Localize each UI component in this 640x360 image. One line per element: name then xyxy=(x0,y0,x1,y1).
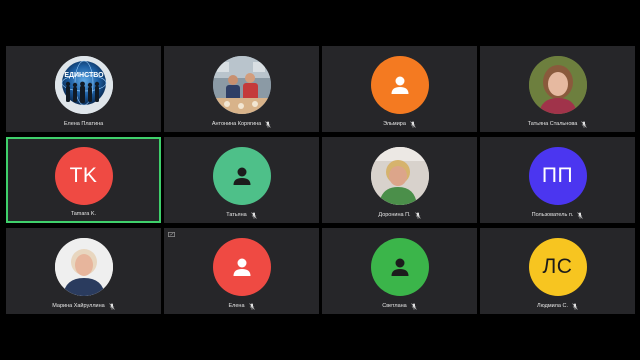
participant-initials: ЛС xyxy=(542,255,573,278)
logo-edinstvo-image: ЕДИНСТВО xyxy=(54,56,113,114)
participant-name: Доронина П. xyxy=(378,212,411,218)
mic-muted-icon xyxy=(577,211,583,219)
mic-muted-icon xyxy=(411,302,417,310)
svg-text:ЕДИНСТВО: ЕДИНСТВО xyxy=(64,72,104,79)
person-icon xyxy=(233,258,250,276)
participant-initials: ПП xyxy=(541,164,574,187)
participant-initials: TK xyxy=(69,164,98,187)
participant-name: Елена Платина xyxy=(63,121,104,127)
participants-grid: ЕДИНСТВО Елена Платина Антонина Корягина… xyxy=(6,46,635,314)
mic-muted-icon xyxy=(251,211,257,219)
participant-avatar-photo xyxy=(54,238,113,296)
mic-muted-icon xyxy=(248,302,255,310)
participant-name: Татьяна Стальнова xyxy=(527,121,578,127)
participant-name: Антонина Корягина xyxy=(211,121,262,127)
participant-avatar-photo xyxy=(370,147,429,205)
participant-tile[interactable]: Елена xyxy=(164,228,319,314)
participant-avatar xyxy=(212,238,271,296)
person-icon xyxy=(391,76,408,94)
person-icon xyxy=(391,258,408,276)
person-icon xyxy=(233,167,250,185)
participant-avatar: ПП xyxy=(528,147,587,205)
woman-portrait-image xyxy=(54,238,113,296)
participant-avatar xyxy=(212,147,271,205)
people-at-table-image xyxy=(212,56,271,114)
participant-name: Елена xyxy=(228,303,245,309)
participant-avatar: TK xyxy=(54,147,113,205)
participant-tile[interactable]: Доронина П. xyxy=(322,137,477,223)
participant-tile[interactable]: Татьяна Стальнова xyxy=(480,46,635,132)
screen-share-icon xyxy=(168,232,175,237)
woman-portrait-image xyxy=(528,56,587,114)
mic-muted-icon xyxy=(109,302,115,310)
mic-muted-icon xyxy=(572,302,578,310)
participant-tile[interactable]: Татьяна xyxy=(164,137,319,223)
participant-tile[interactable]: ПП Пользователь п. xyxy=(480,137,635,223)
participant-name: Пользователь п. xyxy=(531,212,574,218)
mic-muted-icon xyxy=(414,211,421,219)
participant-avatar xyxy=(370,56,429,114)
participant-avatar-photo xyxy=(212,56,271,114)
participant-avatar-photo xyxy=(528,56,587,114)
participant-name: Татьяна xyxy=(226,212,247,218)
participant-avatar: ЛС xyxy=(528,238,587,296)
participant-tile[interactable]: Эльмира xyxy=(322,46,477,132)
participant-name: Tamara K. xyxy=(70,211,97,217)
participant-avatar xyxy=(370,238,429,296)
participant-tile[interactable]: Антонина Корягина xyxy=(164,46,319,132)
participant-tile[interactable]: ЛС Людмила С. xyxy=(480,228,635,314)
participant-avatar-photo: ЕДИНСТВО xyxy=(54,56,113,114)
woman-portrait-image xyxy=(370,147,429,205)
participant-name: Людмила С. xyxy=(537,303,568,309)
mic-muted-icon xyxy=(410,120,416,128)
participant-tile[interactable]: Марина Хайруллина xyxy=(6,228,161,314)
participant-name: Эльмира xyxy=(383,121,406,127)
mic-muted-icon xyxy=(265,120,271,128)
participant-name: Марина Хайруллина xyxy=(52,303,105,309)
participant-tile[interactable]: ЕДИНСТВО Елена Платина xyxy=(6,46,161,132)
participant-tile-active-speaker[interactable]: TK Tamara K. xyxy=(6,137,161,223)
participant-tile[interactable]: Светлана xyxy=(322,228,477,314)
mic-muted-icon xyxy=(581,120,587,128)
participant-name: Светлана xyxy=(382,303,407,309)
